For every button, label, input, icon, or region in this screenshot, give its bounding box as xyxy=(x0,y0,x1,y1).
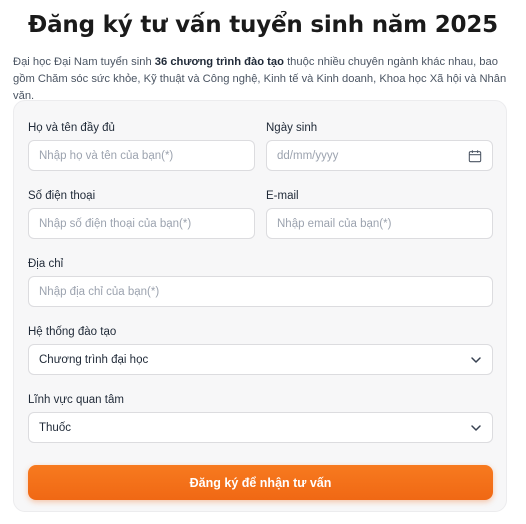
fullname-label: Họ và tên đầy đủ xyxy=(28,122,115,134)
intro-prefix: Đại học Đại Nam tuyển sinh xyxy=(13,56,155,68)
intro-text: Đại học Đại Nam tuyển sinh 36 chương trì… xyxy=(13,54,513,105)
email-placeholder: Nhập email của bạn(*) xyxy=(277,217,392,230)
email-label: E-mail xyxy=(266,190,299,202)
phone-label: Số điện thoại xyxy=(28,190,96,202)
address-label: Địa chỉ xyxy=(28,258,64,270)
interest-select[interactable]: Thuốc xyxy=(28,412,493,443)
fullname-input[interactable]: Nhập họ và tên của bạn(*) xyxy=(28,140,255,171)
calendar-icon[interactable] xyxy=(468,149,482,163)
address-placeholder: Nhập địa chỉ của bạn(*) xyxy=(39,285,160,298)
interest-value: Thuốc xyxy=(39,421,71,434)
submit-button[interactable]: Đăng ký để nhận tư vấn xyxy=(28,465,493,500)
phone-input[interactable]: Nhập số điện thoại của bạn(*) xyxy=(28,208,255,239)
chevron-down-icon xyxy=(471,357,481,363)
address-input[interactable]: Nhập địa chỉ của bạn(*) xyxy=(28,276,493,307)
dob-input[interactable]: dd/mm/yyyy xyxy=(266,140,493,171)
email-input[interactable]: Nhập email của bạn(*) xyxy=(266,208,493,239)
program-value: Chương trình đại học xyxy=(39,353,149,366)
phone-placeholder: Nhập số điện thoại của bạn(*) xyxy=(39,217,192,230)
registration-form: Họ và tên đầy đủ Nhập họ và tên của bạn(… xyxy=(13,100,507,512)
dob-placeholder: dd/mm/yyyy xyxy=(277,149,339,162)
fullname-placeholder: Nhập họ và tên của bạn(*) xyxy=(39,149,174,162)
interest-label: Lĩnh vực quan tâm xyxy=(28,394,124,406)
chevron-down-icon xyxy=(471,425,481,431)
intro-bold: 36 chương trình đào tạo xyxy=(154,56,284,68)
program-select[interactable]: Chương trình đại học xyxy=(28,344,493,375)
program-label: Hệ thống đào tạo xyxy=(28,326,117,338)
submit-label: Đăng ký để nhận tư vấn xyxy=(189,475,332,490)
page-title: Đăng ký tư vấn tuyển sinh năm 2025 xyxy=(28,12,498,38)
dob-label: Ngày sinh xyxy=(266,122,318,134)
